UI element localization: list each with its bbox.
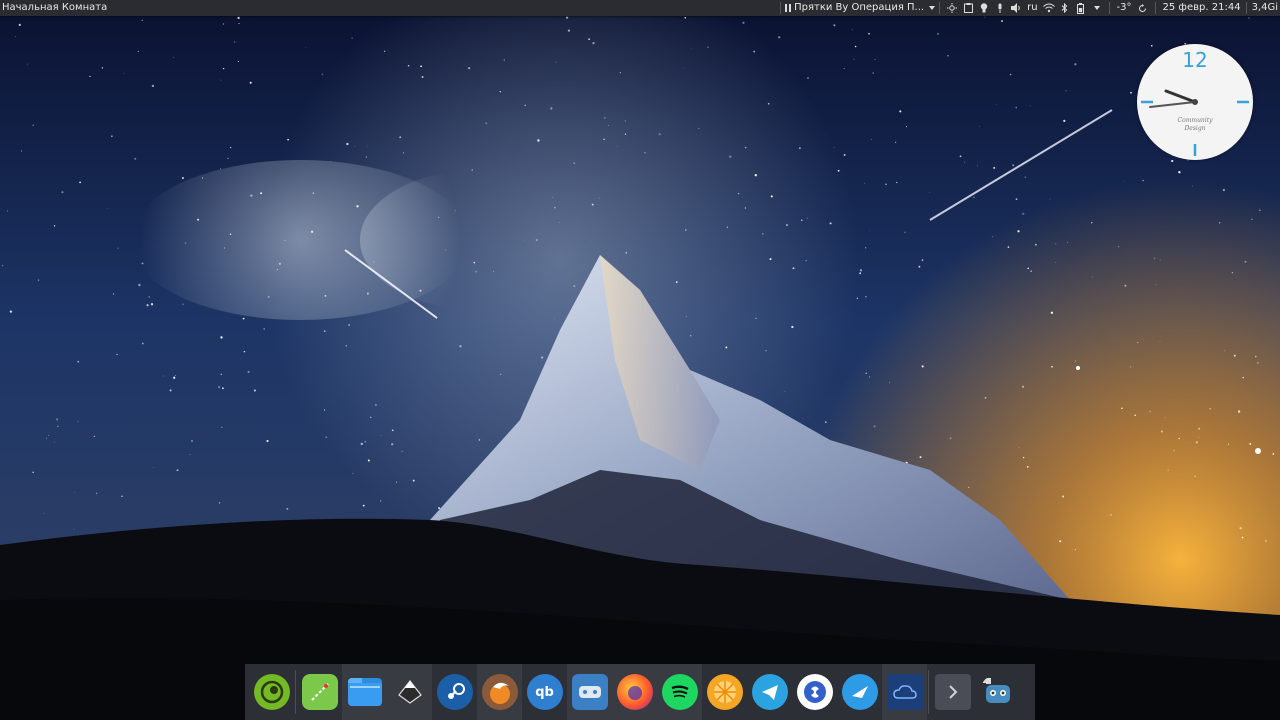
memory-usage[interactable]: 3,4Gi [1252, 0, 1278, 16]
dock-item-game-manager[interactable] [567, 664, 612, 720]
clock-minute-hand [1149, 101, 1196, 108]
dock-item-godot[interactable] [975, 664, 1020, 720]
date-time[interactable]: 25 февр. 21:44 [1163, 0, 1241, 16]
tray-menu-chevron-icon[interactable] [1090, 0, 1104, 16]
dock-item-opensuse[interactable] [249, 664, 294, 720]
map-app-icon [301, 674, 338, 710]
file-manager-icon [347, 678, 382, 706]
dock-item-steam[interactable] [432, 664, 477, 720]
dock-item-qbittorrent[interactable]: qb [522, 664, 567, 720]
cloud-app-icon [886, 674, 923, 710]
battery-icon[interactable] [1074, 0, 1088, 16]
wifi-icon[interactable] [1042, 0, 1056, 16]
media-track-title: Прятки Ву Операция П... [794, 2, 925, 13]
dock-item-simplenote[interactable] [792, 664, 837, 720]
dock-item-kdeconnect[interactable] [837, 664, 882, 720]
steam-icon [436, 674, 473, 710]
brightness-icon[interactable] [945, 0, 959, 16]
clock-brand-line2: Design [1184, 125, 1206, 132]
bluetooth-icon[interactable] [1058, 0, 1072, 16]
dock-item-firefox-dev[interactable] [477, 664, 522, 720]
chevron-down-icon[interactable] [929, 6, 936, 10]
dock-item-spotify[interactable] [657, 664, 702, 720]
dock-item-orange-app[interactable] [702, 664, 747, 720]
weather-temperature[interactable]: -3° [1117, 0, 1132, 16]
qbittorrent-icon: qb [526, 674, 563, 710]
firefox-icon [616, 674, 653, 710]
clock-hour-hand [1164, 89, 1197, 104]
top-panel: Начальная Комната Прятки Ву Операция П..… [0, 0, 1280, 16]
media-player-widget[interactable]: Прятки Ву Операция П... [785, 0, 936, 16]
clipboard-icon[interactable] [961, 0, 975, 16]
kdeconnect-icon [841, 674, 878, 710]
clock-brand-line1: Community [1177, 117, 1213, 124]
spotify-icon [661, 674, 698, 710]
telegram-icon [751, 674, 788, 710]
dock-item-cloud-app[interactable] [882, 664, 927, 720]
desktop-wallpaper [0, 0, 1280, 720]
godot-icon [980, 674, 1016, 710]
dock-panel: qb [245, 664, 1035, 720]
firefox-dev-icon [481, 674, 518, 710]
refresh-icon[interactable] [1136, 0, 1150, 16]
volume-icon[interactable] [1009, 0, 1023, 16]
simplenote-icon [796, 674, 833, 710]
game-manager-icon [571, 674, 608, 710]
inkscape-icon [392, 674, 428, 710]
lightbulb-icon[interactable] [977, 0, 991, 16]
terminal-icon [934, 674, 971, 710]
dock-item-file-manager[interactable] [342, 664, 387, 720]
analog-clock-widget[interactable]: 12 Community Design [1137, 44, 1253, 160]
dock-item-terminal[interactable] [930, 664, 975, 720]
system-tray: Прятки Ву Операция П... ru -3° 25 февр. … [776, 0, 1280, 16]
clock-twelve-numeral: 12 [1182, 48, 1208, 72]
opensuse-icon [253, 674, 290, 710]
dock-item-inkscape[interactable] [387, 664, 432, 720]
dock-item-firefox[interactable] [612, 664, 657, 720]
microphone-icon[interactable] [993, 0, 1007, 16]
dock-item-map-app[interactable] [297, 664, 342, 720]
dock-item-telegram[interactable] [747, 664, 792, 720]
orange-app-icon [706, 674, 743, 710]
active-window-title[interactable]: Начальная Комната [0, 0, 107, 16]
keyboard-layout-indicator[interactable]: ru [1027, 0, 1037, 16]
pause-icon [785, 4, 788, 12]
